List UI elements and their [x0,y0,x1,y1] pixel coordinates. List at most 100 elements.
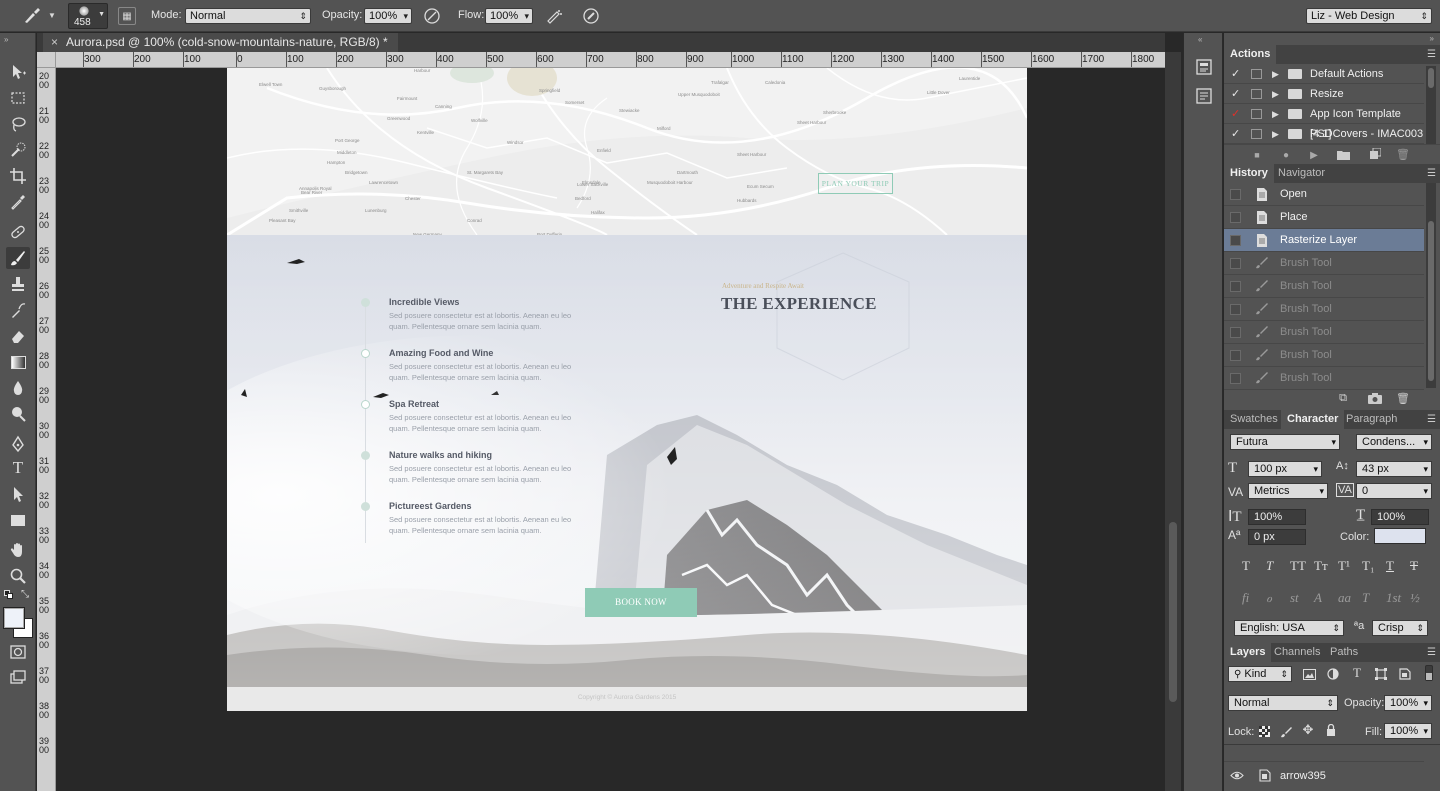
move-tool-icon[interactable] [6,61,30,83]
layer-opacity-input[interactable]: 100% ▾ [1384,695,1432,711]
pen-tool-icon[interactable] [6,433,30,455]
expand-triangle-icon[interactable]: ▶ [1272,104,1279,124]
checkmark-icon[interactable]: ✓ [1231,104,1240,124]
vertical-ruler[interactable]: 2000 2100 2200 2300 2400 2500 2600 2700 2800 2900… [37,52,56,791]
stylistic-alternates-icon[interactable]: aa [1338,590,1351,606]
eye-icon[interactable] [1230,769,1244,781]
swash-icon[interactable]: A [1314,590,1322,606]
checkmark-icon[interactable]: ✓ [1231,124,1240,144]
history-state-row[interactable]: Brush Tool [1224,344,1424,367]
history-state-row[interactable]: Brush Tool [1224,321,1424,344]
eyedropper-icon[interactable] [6,191,30,213]
kerning-select[interactable]: Metrics ▾ [1248,483,1328,499]
tab-paragraph[interactable]: Paragraph [1340,410,1403,429]
snapshot-checkbox[interactable] [1230,350,1241,361]
quick-selection-icon[interactable] [6,139,30,161]
expand-triangle-icon[interactable]: ▶ [1272,124,1279,144]
history-brush-icon[interactable] [6,299,30,321]
panel-close-icon[interactable]: » [1430,34,1434,43]
new-action-icon[interactable] [1368,148,1382,160]
text-color-swatch[interactable] [1374,528,1426,544]
trash-icon[interactable]: 🗑 [1396,148,1410,161]
rectangle-tool-icon[interactable] [6,509,30,531]
snapshot-checkbox[interactable] [1230,327,1241,338]
language-select[interactable]: English: USA ⇕ [1234,620,1344,636]
path-selection-icon[interactable] [6,483,30,505]
plan-trip-button[interactable]: PLAN YOUR TRIP [818,173,893,194]
brush-tool-icon[interactable] [6,247,30,269]
font-size-input[interactable]: 100 px ▾ [1248,461,1322,477]
vertical-scale-input[interactable]: 100% [1248,509,1306,525]
lock-image-pixels-icon[interactable] [1279,724,1293,738]
fill-input[interactable]: 100% ▾ [1384,723,1432,739]
clone-stamp-icon[interactable] [6,273,30,295]
trash-icon[interactable]: 🗑 [1396,392,1410,405]
record-icon[interactable]: ● [1280,149,1292,161]
screen-mode-icon[interactable] [6,667,30,689]
snapshot-checkbox[interactable] [1230,189,1241,200]
checkmark-icon[interactable]: ✓ [1231,84,1240,104]
camera-icon[interactable] [1368,392,1382,405]
faux-italic-icon[interactable]: T [1266,558,1273,574]
action-set-row[interactable]: ✓ ▶ Default Actions [1224,64,1424,84]
filter-smart-object-icon[interactable] [1398,667,1412,681]
expand-triangle-icon[interactable]: ▶ [1272,84,1279,104]
dialog-toggle-icon[interactable] [1251,89,1262,99]
tab-layers[interactable]: Layers [1224,643,1272,662]
lock-transparent-pixels-icon[interactable] [1257,724,1271,738]
document-canvas[interactable]: Harbour Elwell Town Guysborough Trafalgar Ca… [227,68,1027,711]
filter-type-icon[interactable]: T [1350,665,1364,680]
font-style-select[interactable]: Condens... ▾ [1356,434,1432,450]
properties-panel-icon[interactable] [1194,57,1214,77]
quick-mask-icon[interactable] [6,641,30,663]
default-colors-icon[interactable] [4,590,14,600]
tab-swatches[interactable]: Swatches [1224,410,1284,429]
gradient-tool-icon[interactable] [6,351,30,373]
checkmark-icon[interactable]: ✓ [1231,64,1240,84]
history-state-row[interactable]: Brush Tool [1224,275,1424,298]
filter-pixel-icon[interactable] [1302,667,1316,681]
horizontal-ruler[interactable]: 300 200 100 0 100 200 300 400 500 600 700 800 900 100… [56,52,1165,68]
opacity-input[interactable]: 100% ▾ [364,8,412,24]
leading-input[interactable]: 43 px ▾ [1356,461,1432,477]
blur-tool-icon[interactable] [6,377,30,399]
action-set-row[interactable]: ✓ ▶ Resize [1224,84,1424,104]
history-scrollbar[interactable] [1426,183,1436,388]
baseline-shift-input[interactable]: 0 px [1248,529,1306,545]
new-document-from-state-icon[interactable]: ⧉ [1336,392,1350,405]
swap-colors-icon[interactable]: ⤡ [21,589,29,600]
horizontal-scale-input[interactable]: 100% [1371,509,1429,525]
snapshot-checkbox[interactable] [1230,373,1241,384]
play-icon[interactable]: ▶ [1308,149,1320,161]
tracking-input[interactable]: 0 ▾ [1356,483,1432,499]
tab-character[interactable]: Character [1281,410,1345,429]
snapshot-checkbox[interactable] [1230,212,1241,223]
history-state-row[interactable]: Open [1224,183,1424,206]
pressure-opacity-icon[interactable] [423,7,441,25]
type-tool-icon[interactable]: T [6,457,30,479]
contextual-alternates-icon[interactable]: ℴ [1266,590,1272,606]
layer-blend-mode-select[interactable]: Normal ⇕ [1228,695,1338,711]
ligatures-icon[interactable]: fi [1242,590,1249,606]
dodge-tool-icon[interactable] [6,403,30,425]
tab-history[interactable]: History [1224,164,1274,183]
dialog-toggle-icon[interactable] [1251,129,1262,139]
all-caps-icon[interactable]: TT [1290,558,1306,574]
crop-tool-icon[interactable] [6,165,30,187]
snapshot-checkbox[interactable] [1230,235,1241,246]
book-now-button[interactable]: BOOK NOW [585,588,697,617]
filter-shape-icon[interactable] [1374,667,1388,681]
panel-menu-icon[interactable]: ☰ [1427,168,1436,179]
tab-navigator[interactable]: Navigator [1272,164,1331,183]
eraser-icon[interactable] [6,325,30,347]
snapshot-checkbox[interactable] [1230,304,1241,315]
dialog-toggle-icon[interactable] [1251,109,1262,119]
new-set-icon[interactable] [1336,148,1350,160]
airbrush-icon[interactable] [545,7,563,25]
healing-brush-icon[interactable] [6,221,30,243]
panel-menu-icon[interactable]: ☰ [1427,647,1436,658]
document-tab[interactable]: × Aurora.psd @ 100% (cold-snow-mountains-… [43,33,398,52]
ordinals-icon[interactable]: 1st [1386,590,1401,606]
filter-toggle-switch[interactable] [1425,665,1433,681]
stop-icon[interactable]: ■ [1252,149,1262,161]
